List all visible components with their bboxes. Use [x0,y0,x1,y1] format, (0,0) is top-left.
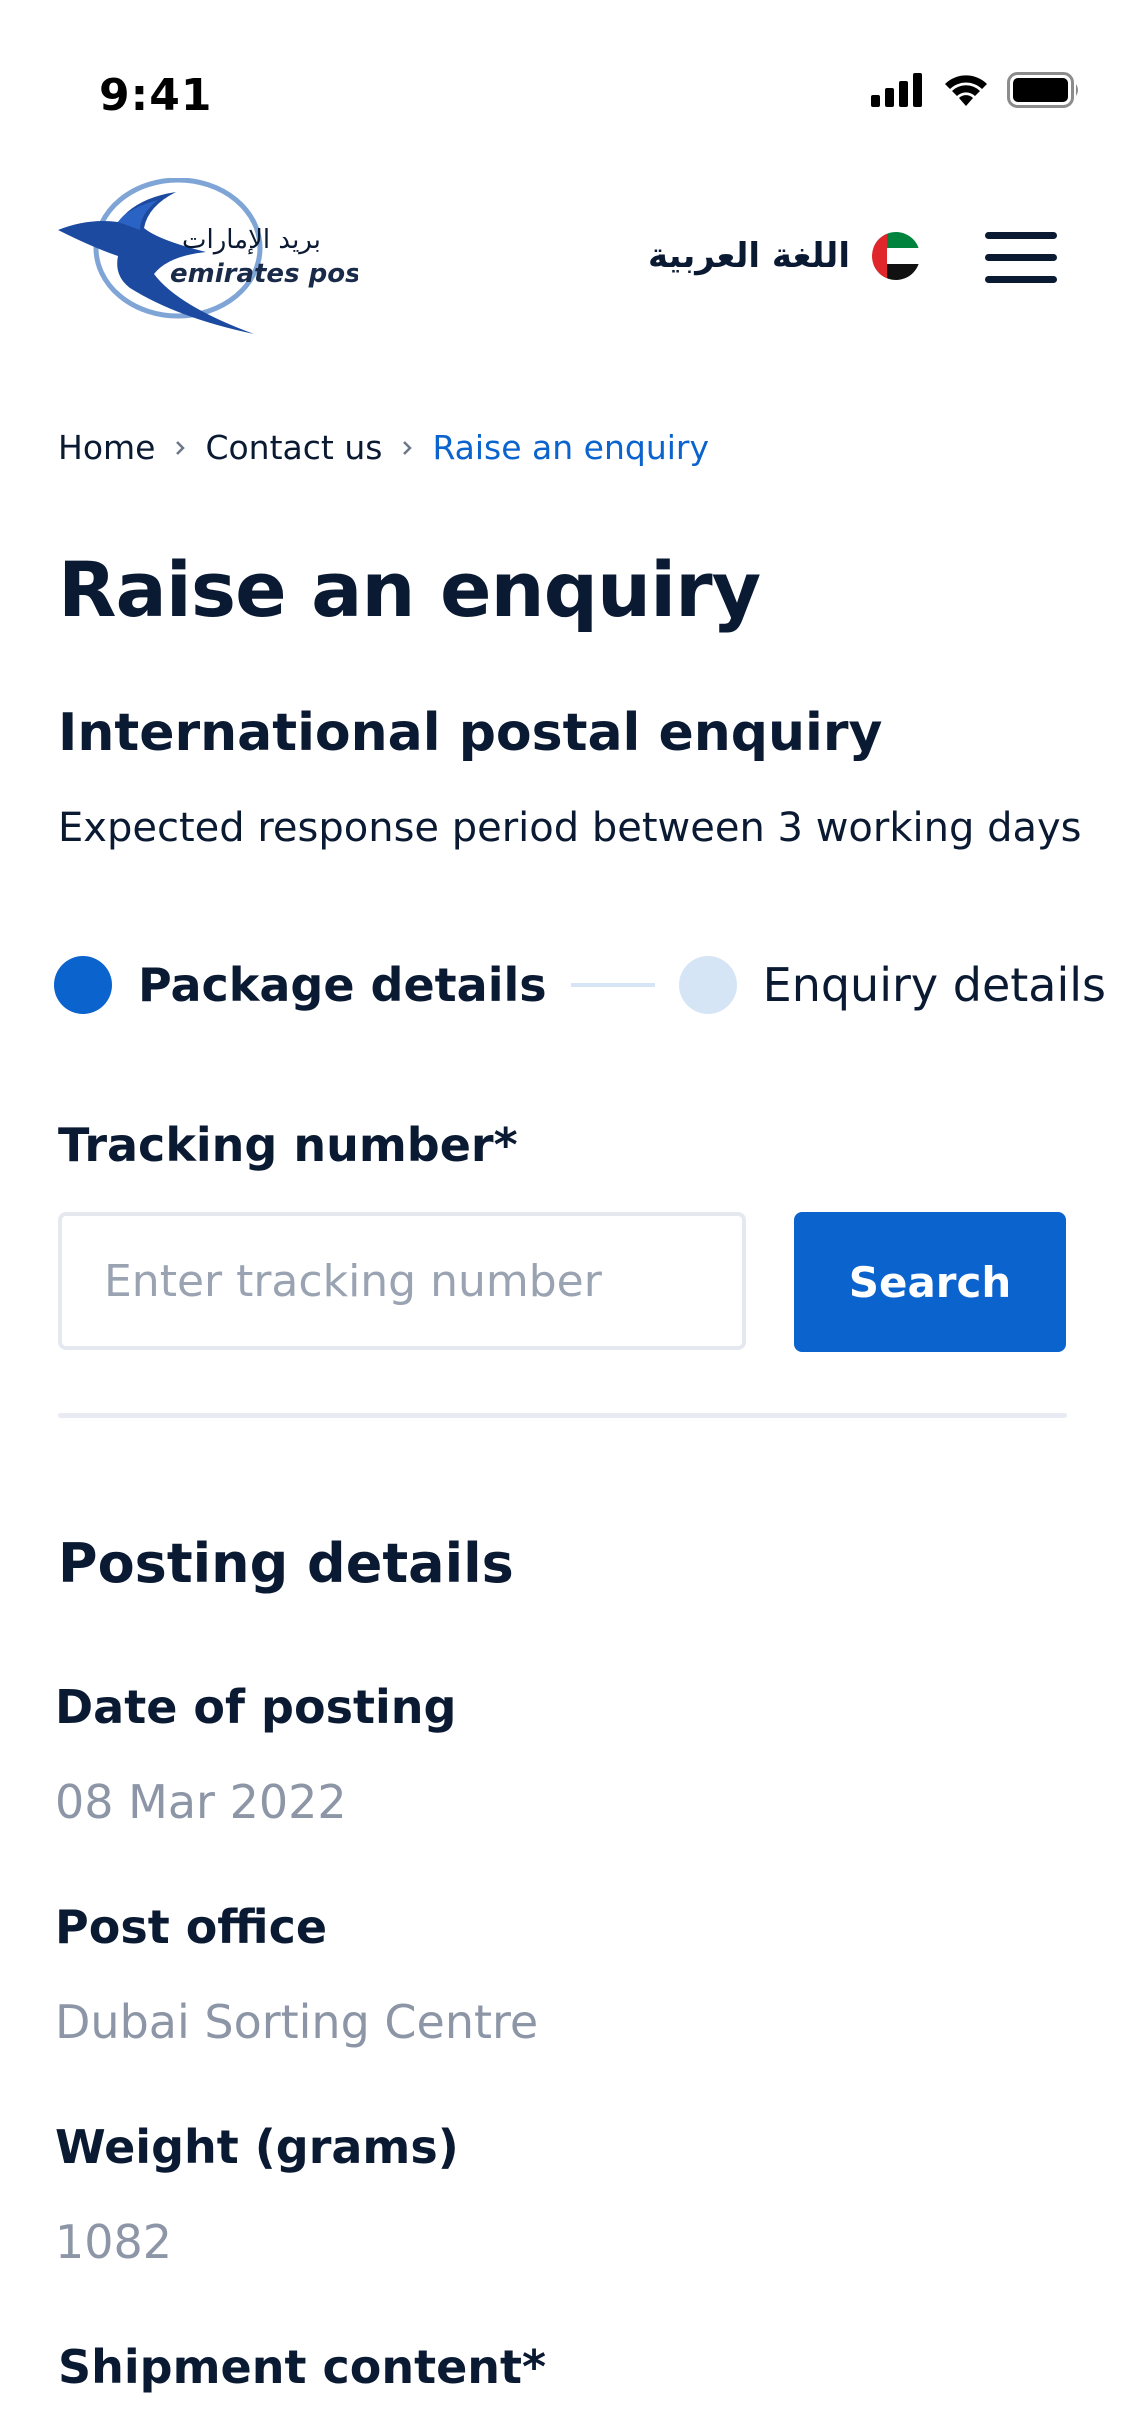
posting-details-title: Posting details [58,1532,514,1595]
site-header: بريد الإمارات emirates post اللغة العربي… [0,160,1125,350]
breadcrumb-contact-us[interactable]: Contact us [205,428,382,467]
falcon-logo-icon: بريد الإمارات emirates post [58,177,375,334]
language-label: اللغة العربية [648,236,850,276]
step-1-label[interactable]: Package details [138,958,547,1012]
hamburger-menu-icon[interactable] [985,232,1057,284]
step-2-indicator [678,956,737,1014]
battery-icon [1007,72,1078,108]
page-title: Raise an enquiry [58,545,761,634]
step-1-indicator [54,956,112,1014]
post-office-label: Post office [55,1900,328,1954]
shipment-content-label: Shipment content* [58,2340,547,2394]
weight-label: Weight (grams) [55,2120,459,2174]
app-screen: 9:41 بريد الإمارات emirates post اللغة ا… [0,0,1125,2436]
chevron-right-icon [400,438,414,458]
breadcrumb-home[interactable]: Home [58,428,155,467]
tracking-number-label: Tracking number* [58,1118,518,1172]
post-office-value: Dubai Sorting Centre [55,1995,539,2049]
date-of-posting-value: 08 Mar 2022 [55,1775,347,1829]
cellular-signal-icon [871,73,922,107]
logo-english-text: emirates post [170,259,358,289]
weight-value: 1082 [55,2215,173,2269]
search-button[interactable]: Search [794,1212,1066,1352]
status-bar: 9:41 [0,0,1125,130]
tracking-number-input[interactable] [58,1212,746,1350]
emirates-post-logo[interactable]: بريد الإمارات emirates post [58,177,375,338]
chevron-right-icon [173,438,187,458]
breadcrumb: Home Contact us Raise an enquiry [58,428,709,467]
status-icons [871,72,1081,108]
status-time: 9:41 [99,70,213,121]
wifi-icon [945,75,987,106]
section-title: International postal enquiry [58,703,883,763]
logo-arabic-text: بريد الإمارات [182,225,321,255]
breadcrumb-current: Raise an enquiry [432,428,710,467]
language-switch[interactable]: اللغة العربية [648,232,920,280]
step-2-label[interactable]: Enquiry details [763,958,1106,1012]
date-of-posting-label: Date of posting [55,1680,457,1734]
progress-stepper: Package details Enquiry details [54,956,1106,1014]
step-connector [570,983,655,987]
section-divider [58,1413,1067,1418]
uae-flag-icon [871,232,920,280]
response-period-text: Expected response period between 3 worki… [58,805,1082,851]
